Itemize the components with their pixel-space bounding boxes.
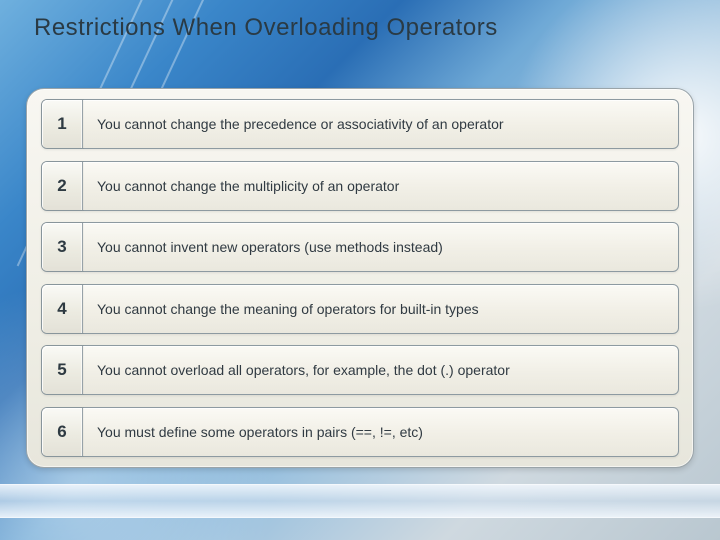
row-text: You cannot overload all operators, for e… [83,346,678,394]
slide: Restrictions When Overloading Operators … [0,0,720,540]
row-text: You must define some operators in pairs … [83,408,678,456]
row-number: 2 [57,176,66,196]
row-text: You cannot change the precedence or asso… [83,100,678,148]
row-number-cell: 2 [42,162,83,210]
row-number: 1 [57,114,66,134]
restriction-row: 5 You cannot overload all operators, for… [41,345,679,395]
restriction-row: 6 You must define some operators in pair… [41,407,679,457]
row-number-cell: 5 [42,346,83,394]
restriction-row: 3 You cannot invent new operators (use m… [41,222,679,272]
row-text: You cannot invent new operators (use met… [83,223,678,271]
row-number: 5 [57,360,66,380]
row-text: You cannot change the meaning of operato… [83,285,678,333]
row-number-cell: 4 [42,285,83,333]
restriction-row: 2 You cannot change the multiplicity of … [41,161,679,211]
row-number: 4 [57,299,66,319]
slide-title: Restrictions When Overloading Operators [34,14,498,42]
footer-bar [0,484,720,518]
row-text: You cannot change the multiplicity of an… [83,162,678,210]
row-number-cell: 6 [42,408,83,456]
row-number: 6 [57,422,66,442]
restriction-row: 1 You cannot change the precedence or as… [41,99,679,149]
row-number-cell: 3 [42,223,83,271]
row-number: 3 [57,237,66,257]
row-number-cell: 1 [42,100,83,148]
content-panel: 1 You cannot change the precedence or as… [26,88,694,468]
restriction-row: 4 You cannot change the meaning of opera… [41,284,679,334]
